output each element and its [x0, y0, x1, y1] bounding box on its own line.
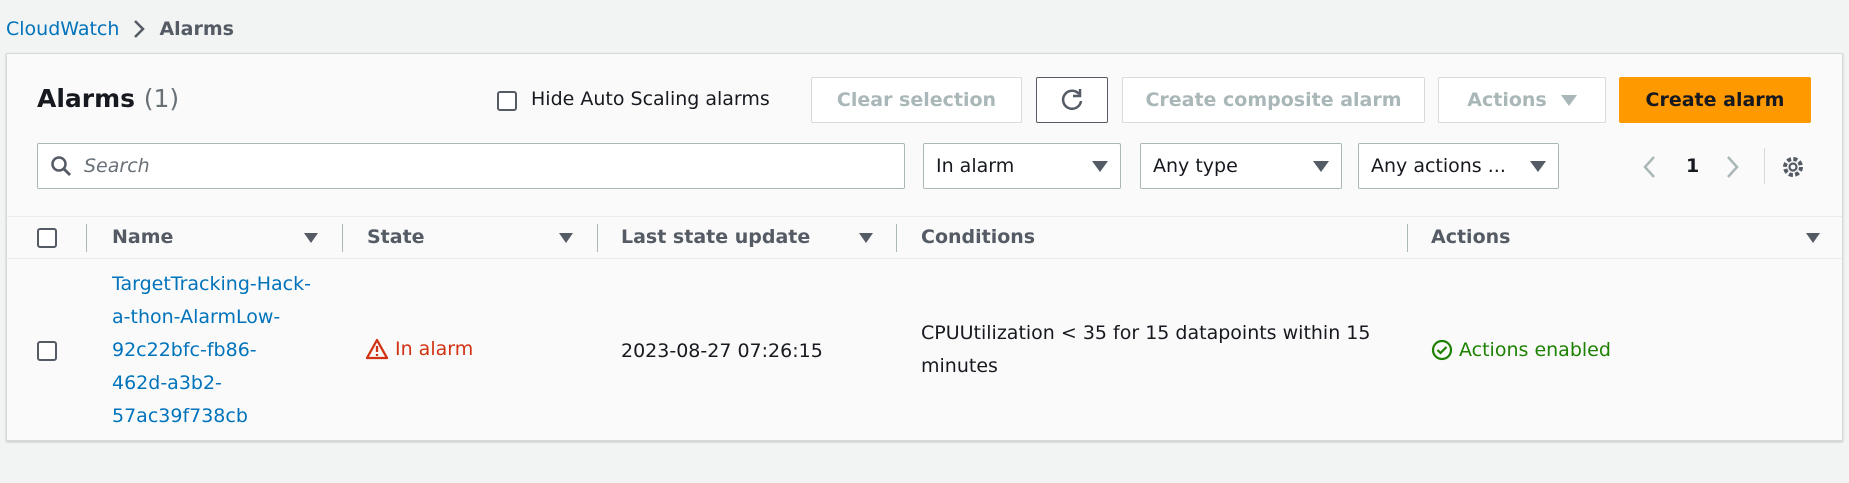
- page-title: Alarms (1): [37, 84, 180, 113]
- search-input[interactable]: Search: [37, 143, 905, 189]
- search-placeholder: Search: [84, 155, 150, 177]
- column-header-state[interactable]: State: [367, 226, 425, 248]
- clear-selection-button[interactable]: Clear selection: [811, 77, 1022, 123]
- caret-down-icon: [1092, 160, 1108, 172]
- search-icon: [51, 156, 71, 176]
- alarm-state: In alarm: [365, 338, 473, 360]
- column-header-name[interactable]: Name: [112, 226, 173, 248]
- sort-icon[interactable]: [559, 233, 573, 243]
- chevron-right-icon: [134, 20, 146, 38]
- sort-icon[interactable]: [1806, 233, 1820, 243]
- divider: [1764, 148, 1765, 184]
- previous-page-icon[interactable]: [1642, 155, 1656, 179]
- sort-icon[interactable]: [304, 233, 318, 243]
- hide-autoscaling-checkbox[interactable]: [497, 91, 517, 111]
- last-state-update: 2023-08-27 07:26:15: [621, 340, 823, 362]
- type-filter-select[interactable]: Any type: [1140, 143, 1342, 189]
- caret-down-icon: [1313, 160, 1329, 172]
- settings-gear-icon[interactable]: [1780, 154, 1806, 180]
- row-checkbox[interactable]: [37, 341, 57, 361]
- current-page[interactable]: 1: [1686, 155, 1699, 177]
- next-page-icon[interactable]: [1726, 155, 1740, 179]
- create-alarm-button[interactable]: Create alarm: [1619, 77, 1811, 123]
- column-header-last-state-update[interactable]: Last state update: [621, 226, 810, 248]
- column-divider: [86, 224, 87, 252]
- actions-dropdown-button[interactable]: Actions: [1438, 77, 1606, 123]
- caret-down-icon: [1560, 94, 1577, 106]
- state-filter-value: In alarm: [936, 155, 1015, 177]
- actions-label: Actions: [1467, 89, 1547, 111]
- actions-filter-select[interactable]: Any actions ...: [1358, 143, 1559, 189]
- alarm-name-link[interactable]: TargetTracking-Hack- a-thon-AlarmLow- 92…: [112, 268, 311, 433]
- warning-icon: [365, 338, 389, 360]
- check-circle-icon: [1431, 339, 1453, 361]
- type-filter-value: Any type: [1153, 155, 1238, 177]
- actions-status-text: Actions enabled: [1459, 339, 1611, 361]
- column-divider: [342, 224, 343, 252]
- breadcrumb: CloudWatch Alarms: [6, 18, 234, 40]
- hide-autoscaling-label: Hide Auto Scaling alarms: [531, 88, 770, 110]
- breadcrumb-cloudwatch[interactable]: CloudWatch: [6, 18, 119, 40]
- column-divider: [1407, 224, 1408, 252]
- refresh-icon: [1061, 89, 1083, 110]
- alarm-conditions: CPUUtilization < 35 for 15 datapoints wi…: [921, 322, 1371, 377]
- column-divider: [597, 224, 598, 252]
- actions-filter-value: Any actions ...: [1371, 155, 1506, 177]
- caret-down-icon: [1530, 160, 1546, 172]
- column-header-conditions[interactable]: Conditions: [921, 226, 1035, 248]
- refresh-button[interactable]: [1036, 77, 1108, 123]
- column-divider: [896, 224, 897, 252]
- breadcrumb-current: Alarms: [159, 18, 234, 40]
- select-all-checkbox[interactable]: [37, 228, 57, 248]
- sort-icon[interactable]: [859, 233, 873, 243]
- actions-status: Actions enabled: [1431, 339, 1611, 361]
- column-header-actions[interactable]: Actions: [1431, 226, 1510, 248]
- state-text: In alarm: [395, 338, 474, 360]
- create-composite-alarm-button[interactable]: Create composite alarm: [1122, 77, 1425, 123]
- state-filter-select[interactable]: In alarm: [923, 143, 1121, 189]
